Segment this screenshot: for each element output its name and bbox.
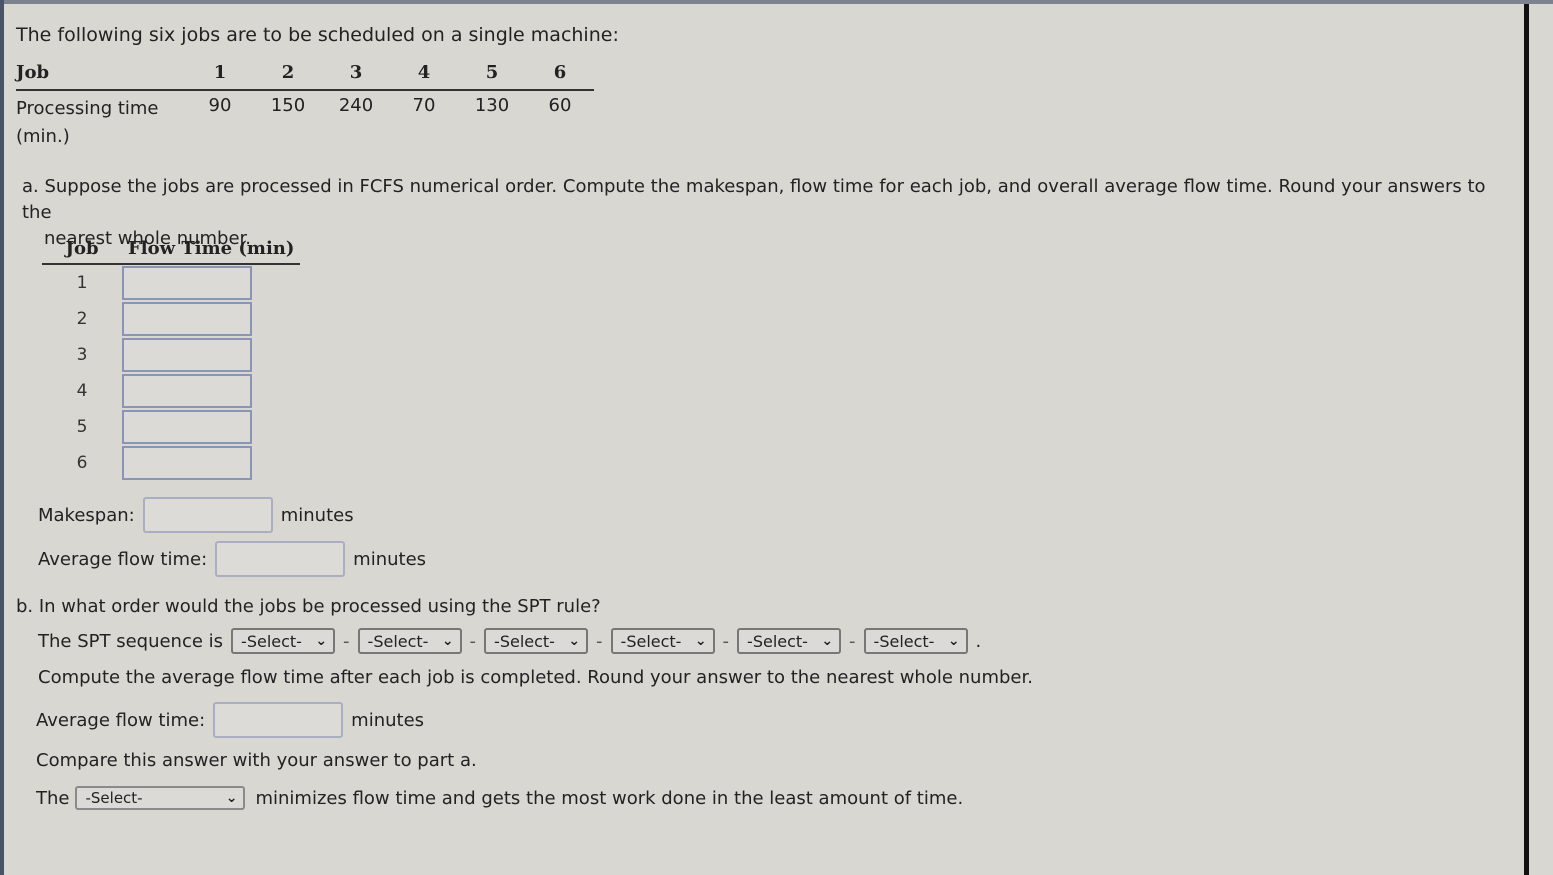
spt-select-1[interactable]: -Select- ⌄ bbox=[231, 628, 336, 654]
flow-job-number: 6 bbox=[76, 453, 88, 473]
processing-time-value: 150 bbox=[270, 95, 306, 116]
select-value: -Select- bbox=[747, 631, 808, 651]
spt-select-6[interactable]: -Select- ⌄ bbox=[863, 628, 968, 654]
job-row-header: Job bbox=[16, 62, 186, 91]
table-row: 6 bbox=[42, 445, 300, 481]
jobs-table: Job 1 2 3 4 5 6 Processing time (min.) 9… bbox=[16, 62, 594, 151]
avg-flow-input-a[interactable] bbox=[215, 541, 346, 577]
sequence-separator: - bbox=[722, 630, 730, 652]
job-number: 3 bbox=[322, 62, 390, 91]
select-value: -Select- bbox=[873, 631, 935, 651]
chevron-down-icon: ⌄ bbox=[568, 633, 581, 649]
makespan-row: Makespan: minutes bbox=[38, 497, 354, 533]
job-number: 6 bbox=[526, 62, 594, 91]
sequence-separator: - bbox=[596, 630, 603, 652]
compute-instruction: Compute the average flow time after each… bbox=[38, 667, 1033, 688]
table-row: 5 bbox=[42, 409, 300, 445]
makespan-unit: minutes bbox=[280, 504, 354, 526]
spt-select-5[interactable]: -Select- ⌄ bbox=[737, 628, 842, 654]
table-row: 1 bbox=[42, 264, 300, 301]
flow-col-job: Job bbox=[42, 238, 122, 265]
window-frame-left bbox=[0, 0, 4, 875]
flow-time-table: Job Flow Time (min) 1 2 3 4 5 6 bbox=[42, 238, 301, 481]
flow-job-number: 5 bbox=[76, 417, 88, 437]
avg-flow-input-b[interactable] bbox=[213, 702, 344, 738]
spt-select-2[interactable]: -Select- ⌄ bbox=[357, 628, 462, 654]
flow-job-number: 3 bbox=[76, 345, 88, 365]
spt-label: The SPT sequence is bbox=[38, 630, 224, 652]
flow-time-input-job-5[interactable] bbox=[122, 410, 252, 444]
sequence-end-period: . bbox=[975, 630, 982, 652]
flow-job-number: 1 bbox=[76, 273, 88, 293]
table-row: 3 bbox=[42, 337, 300, 373]
flow-time-input-job-6[interactable] bbox=[122, 446, 252, 480]
avg-flow-label-b: Average flow time: bbox=[36, 709, 206, 731]
conclusion-text: minimizes flow time and gets the most wo… bbox=[255, 787, 964, 809]
select-value: -Select- bbox=[494, 631, 555, 651]
flow-time-input-job-2[interactable] bbox=[122, 302, 252, 336]
job-number: 1 bbox=[186, 62, 254, 91]
chevron-down-icon: ⌄ bbox=[947, 633, 960, 649]
processing-time-value: 240 bbox=[338, 95, 374, 116]
job-number: 5 bbox=[458, 62, 526, 91]
chevron-down-icon: ⌄ bbox=[225, 790, 238, 806]
intro-text: The following six jobs are to be schedul… bbox=[16, 24, 619, 46]
select-value: -Select- bbox=[620, 631, 682, 651]
avg-flow-label-a: Average flow time: bbox=[38, 548, 208, 570]
select-value: -Select- bbox=[241, 631, 302, 651]
select-value: -Select- bbox=[367, 631, 429, 651]
part-a-line1: a. Suppose the jobs are processed in FCF… bbox=[22, 176, 1486, 223]
flow-job-number: 4 bbox=[76, 381, 88, 401]
chevron-down-icon: ⌄ bbox=[694, 633, 707, 649]
makespan-label: Makespan: bbox=[38, 504, 135, 526]
part-b-question: b. In what order would the jobs be proce… bbox=[16, 596, 601, 617]
conclusion-row: The -Select- ⌄ minimizes flow time and ge… bbox=[36, 786, 963, 810]
spt-select-3[interactable]: -Select- ⌄ bbox=[484, 628, 589, 654]
flow-time-input-job-4[interactable] bbox=[122, 374, 252, 408]
jobs-header-row: Job 1 2 3 4 5 6 bbox=[16, 62, 594, 91]
rule-select[interactable]: -Select- ⌄ bbox=[75, 786, 246, 810]
processing-time-label-line1: Processing time bbox=[16, 98, 159, 119]
processing-time-value: 130 bbox=[474, 95, 510, 116]
sequence-separator: - bbox=[343, 630, 350, 652]
select-value: -Select- bbox=[85, 789, 143, 807]
processing-time-value: 90 bbox=[208, 95, 232, 116]
processing-time-row: Processing time (min.) 90 150 240 70 130… bbox=[16, 90, 594, 151]
sequence-separator: - bbox=[849, 630, 856, 652]
avg-flow-row-b: Average flow time: minutes bbox=[36, 702, 424, 738]
table-row: 4 bbox=[42, 373, 300, 409]
processing-time-value: 60 bbox=[548, 95, 572, 116]
avg-flow-unit-b: minutes bbox=[351, 709, 425, 731]
table-row: 2 bbox=[42, 301, 300, 337]
chevron-down-icon: ⌄ bbox=[441, 633, 454, 649]
job-number: 4 bbox=[390, 62, 458, 91]
job-number: 2 bbox=[254, 62, 322, 91]
chevron-down-icon: ⌄ bbox=[821, 633, 834, 649]
flow-table-header: Job Flow Time (min) bbox=[42, 238, 301, 265]
flow-col-flow-time: Flow Time (min) bbox=[122, 238, 301, 265]
makespan-input[interactable] bbox=[142, 497, 273, 533]
spt-select-4[interactable]: -Select- ⌄ bbox=[610, 628, 715, 654]
spt-sequence-row: The SPT sequence is -Select- ⌄ - -Select-… bbox=[38, 628, 981, 654]
processing-time-label-line2: (min.) bbox=[16, 126, 70, 147]
chevron-down-icon: ⌄ bbox=[315, 633, 328, 649]
the-label: The bbox=[36, 787, 70, 809]
flow-time-input-job-3[interactable] bbox=[122, 338, 252, 372]
flow-time-input-job-1[interactable] bbox=[122, 266, 252, 300]
window-frame-right bbox=[1524, 4, 1529, 875]
sequence-separator: - bbox=[469, 630, 477, 652]
compare-instruction: Compare this answer with your answer to … bbox=[36, 750, 477, 771]
avg-flow-unit-a: minutes bbox=[353, 548, 427, 570]
processing-time-value: 70 bbox=[412, 95, 436, 116]
flow-job-number: 2 bbox=[76, 309, 88, 329]
avg-flow-row-a: Average flow time: minutes bbox=[38, 541, 426, 577]
processing-time-label: Processing time (min.) bbox=[16, 90, 186, 151]
window-frame-top bbox=[0, 0, 1553, 4]
